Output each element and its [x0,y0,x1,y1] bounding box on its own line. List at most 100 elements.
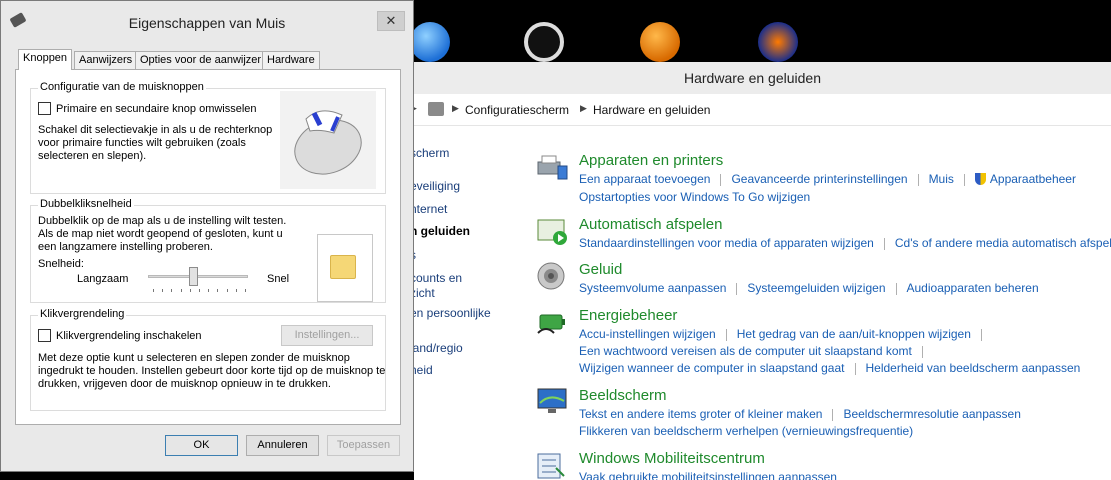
category-links: Flikkeren van beeldscherm verhelpen (ver… [579,424,913,438]
speaker-icon[interactable] [536,261,568,291]
category-title[interactable]: Energiebeheer [579,307,677,324]
tab-hardware[interactable]: Hardware [262,51,320,70]
link[interactable]: Systeemgeluiden wijzigen [747,281,885,295]
autoplay-icon[interactable] [536,216,568,246]
tab-pointer-options[interactable]: Opties voor de aanwijzer [135,51,267,70]
sidebar-item-active[interactable]: n geluiden [410,224,470,238]
fl-studio-icon[interactable] [640,22,680,62]
link[interactable]: Een wachtwoord vereisen als de computer … [579,344,912,358]
address-bar[interactable]: ▶ ▶ Configuratiescherm ▶ Hardware en gel… [394,94,1111,126]
link[interactable]: Audioapparaten beheren [907,281,1039,295]
checkbox-label[interactable]: Primaire en secundaire knop omwisselen [56,103,257,116]
link[interactable]: Apparaatbeheer [990,172,1076,186]
slider-tick [171,289,173,292]
itunes-icon[interactable] [410,22,450,62]
sidebar-item[interactable]: en persoonlijke [410,306,491,320]
tab-pointers[interactable]: Aanwijzers [74,51,138,70]
test-folder-area[interactable] [317,234,373,302]
control-panel-icon [428,102,444,116]
category-links: Een wachtwoord vereisen als de computer … [579,344,933,358]
chevron-right-icon[interactable]: ▶ [580,103,587,114]
sidebar-item[interactable]: eveiliging [410,179,460,193]
slider-tick [162,289,164,292]
slider-tick [226,289,228,292]
audacity-icon[interactable] [758,22,798,62]
description: Met deze optie kunt u selecteren en slep… [38,352,350,364]
link[interactable]: Accu-instellingen wijzigen [579,327,716,341]
dialog-titlebar[interactable]: Eigenschappen van Muis ✕ [1,1,413,39]
fast-label: Snel [267,273,290,285]
slider-tick [153,289,154,292]
slider-tick [199,289,200,292]
folder-icon[interactable] [330,255,356,279]
group-label: Configuratie van de muisknoppen [38,81,206,93]
category-links: Tekst en andere items groter of kleiner … [579,407,1021,421]
link[interactable]: Helderheid van beeldscherm aanpassen [866,361,1081,375]
link[interactable]: Een apparaat toevoegen [579,172,710,186]
slider-tick [180,289,182,292]
speed-slider-thumb[interactable] [189,267,199,286]
category-links: Systeemvolume aanpassen Systeemgeluiden w… [579,281,1039,295]
link[interactable]: Geavanceerde printerinstellingen [731,172,907,186]
breadcrumb-hardware-sound[interactable]: Hardware en geluiden [593,103,710,117]
description: een langzamere instelling proberen. [38,241,213,253]
link[interactable]: Tekst en andere items groter of kleiner … [579,407,822,421]
shield-icon [974,173,986,185]
description: selecteren en slepen). [38,150,147,162]
category-links: Opstartopties voor Windows To Go wijzige… [579,190,810,204]
category-links: Standaardinstellingen voor media of appa… [579,236,1111,250]
slider-tick [235,289,237,292]
description: Schakel dit selectievakje in als u de re… [38,124,273,136]
slider-tick [217,289,219,292]
swap-buttons-checkbox[interactable] [38,102,51,115]
chevron-right-icon[interactable]: ▶ [452,103,459,114]
printer-icon[interactable] [536,152,568,182]
link[interactable]: Standaardinstellingen voor media of appa… [579,236,874,250]
mouse-image [280,91,376,189]
mouse-icon [294,110,362,175]
link[interactable]: Muis [929,172,954,186]
sidebar-item[interactable]: scherm [410,146,449,160]
box-app-icon[interactable] [524,22,564,62]
link[interactable]: Vaak gebruikte mobiliteitsinstellingen a… [579,470,837,480]
link[interactable]: Beeldschermresolutie aanpassen [843,407,1020,421]
description: drukken, vrijgeven door de muisknop opni… [38,378,331,390]
description: voor primaire functies wilt gebruiken (z… [38,137,246,149]
description: ingedrukt te houden. Instellen gebeurt d… [38,365,386,377]
category-links: Een apparaat toevoegen Geavanceerde print… [579,172,1076,186]
link[interactable]: Wijzigen wanneer de computer in slaapsta… [579,361,845,375]
click-lock-checkbox[interactable] [38,329,51,342]
category-links: Wijzigen wanneer de computer in slaapsta… [579,361,1080,375]
close-button[interactable]: ✕ [377,11,405,31]
breadcrumb-control-panel[interactable]: Configuratiescherm [465,103,569,117]
link[interactable]: Het gedrag van de aan/uit-knoppen wijzig… [737,327,971,341]
category-title[interactable]: Apparaten en printers [579,152,723,169]
monitor-icon[interactable] [536,387,568,417]
link[interactable]: Opstartopties voor Windows To Go wijzige… [579,190,810,204]
category-title[interactable]: Beeldscherm [579,387,667,404]
control-panel-window: Hardware en geluiden ▶ ▶ Configuratiesch… [394,62,1111,480]
mobility-icon[interactable] [536,450,568,480]
checkbox-label[interactable]: Klikvergrendeling inschakelen [56,330,202,343]
link[interactable]: Systeemvolume aanpassen [579,281,726,295]
group-label: Dubbelkliksnelheid [38,198,134,210]
apply-button[interactable]: Toepassen [327,435,400,456]
battery-icon[interactable] [536,307,568,337]
link[interactable]: Cd's of andere media automatisch afspele [895,236,1111,250]
category-title[interactable]: Geluid [579,261,622,278]
category-title[interactable]: Windows Mobiliteitscentrum [579,450,765,467]
slider-tick [189,289,191,292]
cancel-button[interactable]: Annuleren [246,435,319,456]
link[interactable]: Flikkeren van beeldscherm verhelpen (ver… [579,424,913,438]
category-title[interactable]: Automatisch afspelen [579,216,722,233]
slider-tick [245,289,246,292]
window-title: Hardware en geluiden [394,62,1111,94]
sidebar-item[interactable]: nternet [410,202,447,216]
settings-button[interactable]: Instellingen... [281,325,373,346]
ok-button[interactable]: OK [165,435,238,456]
slow-label: Langzaam [77,273,129,285]
sidebar-item[interactable]: land/regio [410,341,463,355]
sidebar-item[interactable]: counts en [410,271,462,285]
description: Dubbelklik op de map als u de instelling… [38,215,287,227]
tab-buttons[interactable]: Knoppen [18,49,73,70]
